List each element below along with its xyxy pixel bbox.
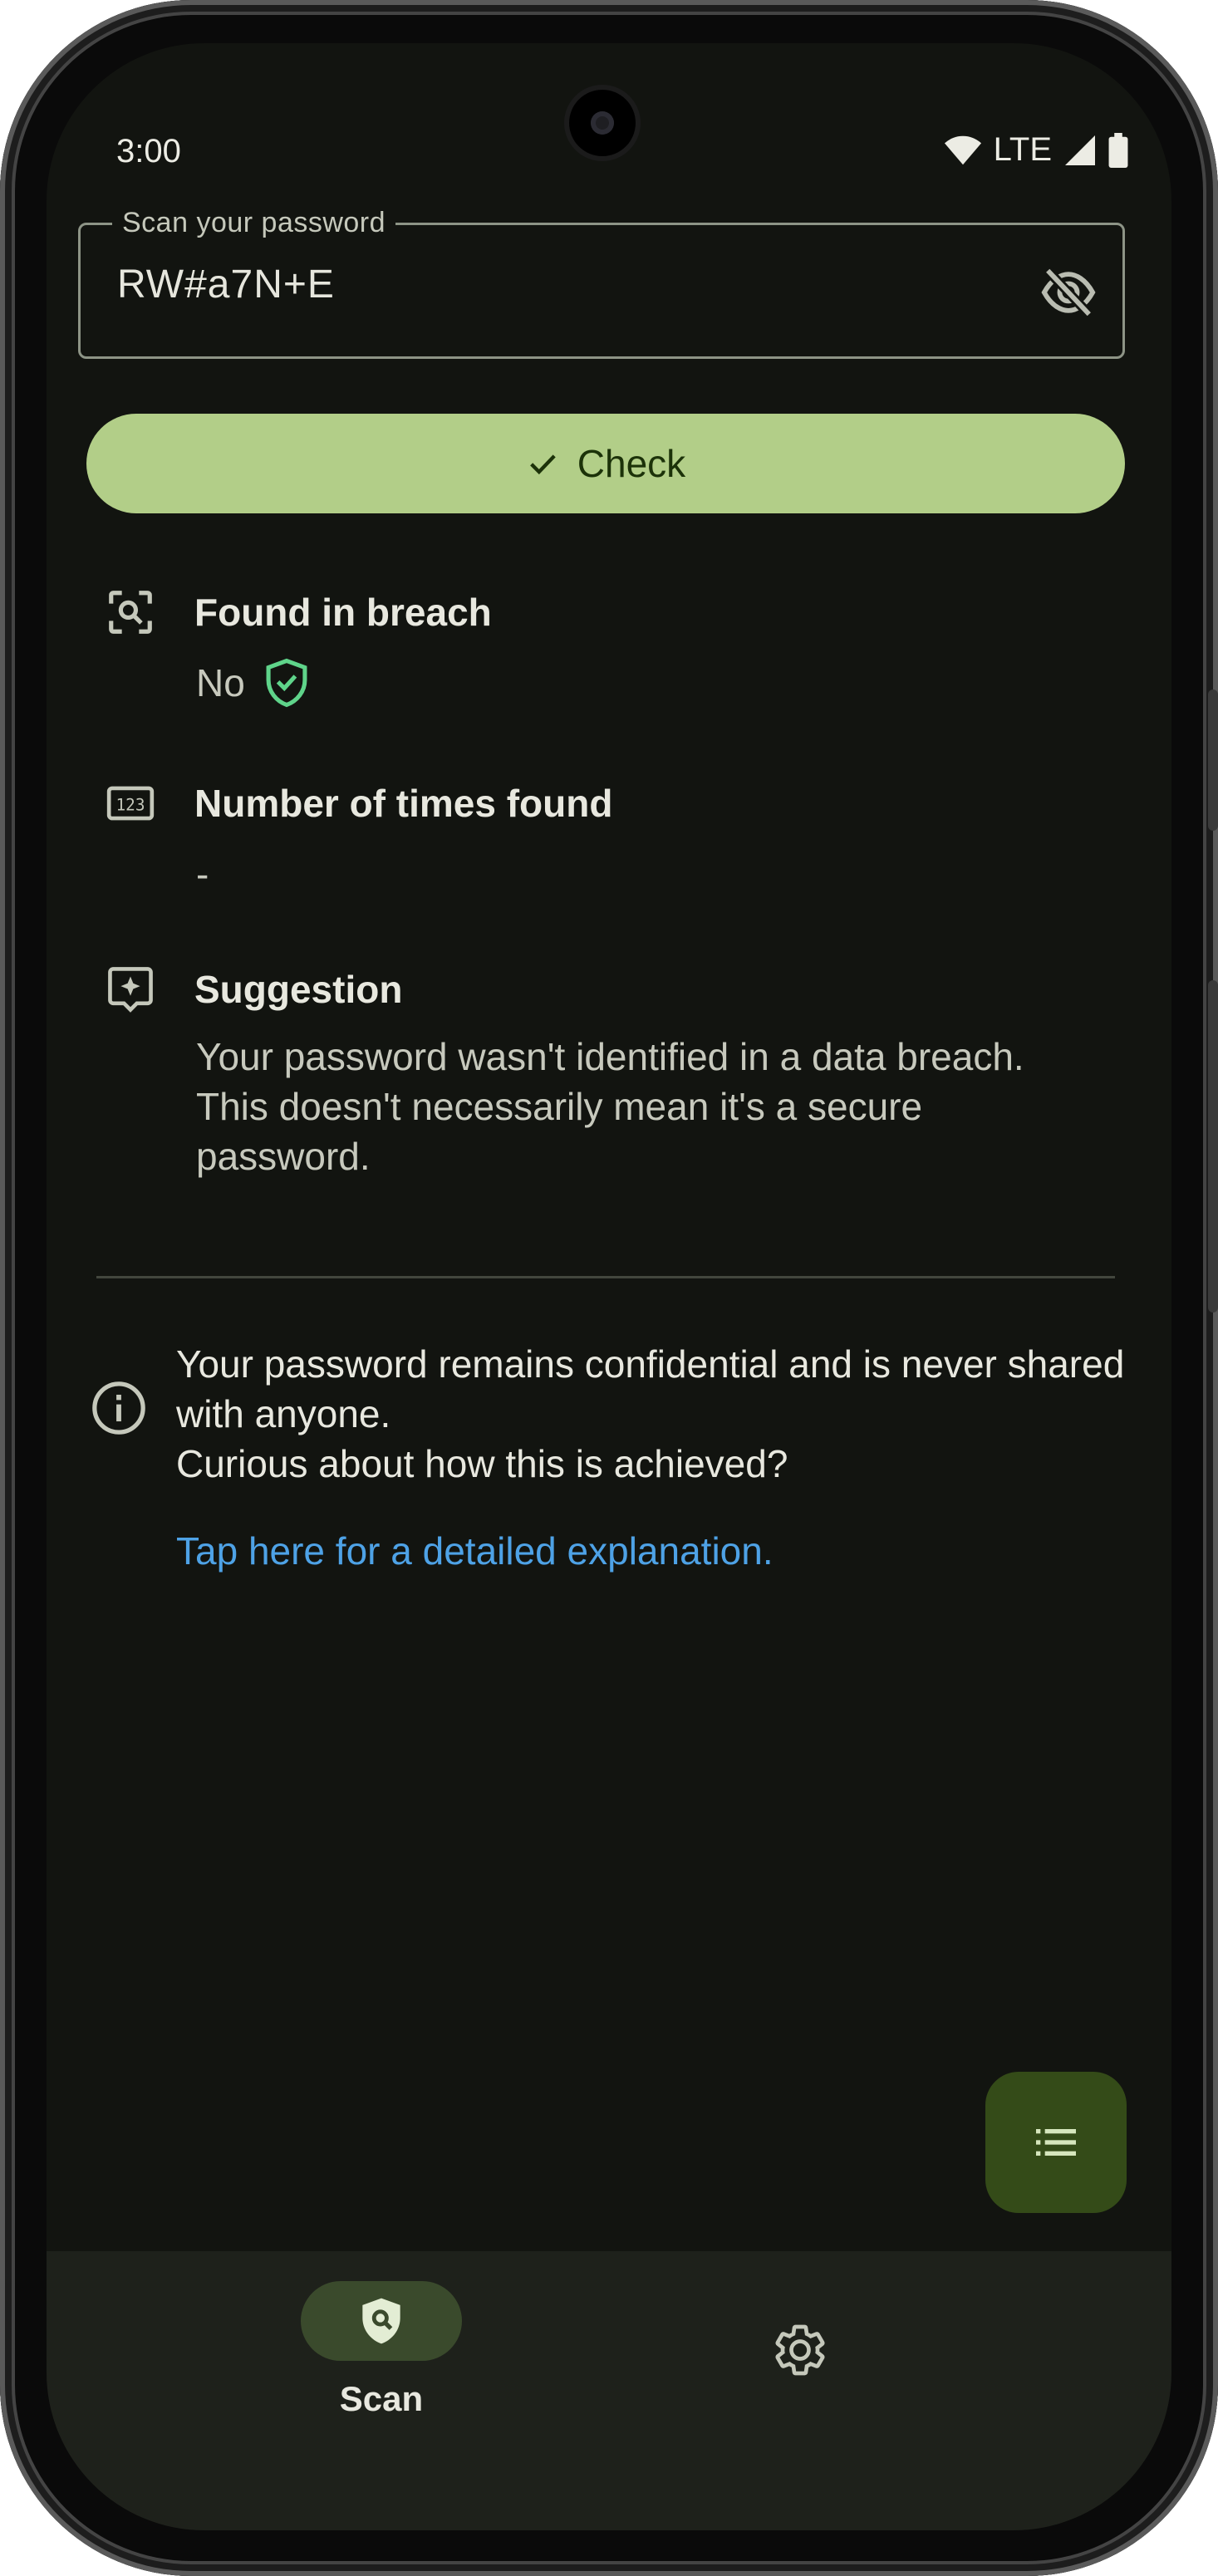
bottom-navigation: Scan — [47, 2251, 1171, 2530]
suggestion-title: Suggestion — [194, 968, 403, 1011]
info-line: Your password remains confidential and i… — [176, 1342, 1125, 1435]
nav-item-scan[interactable]: Scan — [296, 2281, 462, 2418]
explanation-link[interactable]: Tap here for a detailed explanation. — [176, 1528, 774, 1573]
breach-value: No — [196, 661, 245, 704]
numbers-123-icon: 123 — [106, 786, 155, 821]
check-button-label: Check — [577, 442, 686, 485]
breach-result: Found in breach No — [105, 586, 1102, 719]
section-divider — [96, 1276, 1115, 1278]
privacy-info-text: Your password remains confidential and i… — [176, 1339, 1132, 1489]
count-title: Number of times found — [194, 782, 613, 825]
signal-icon — [1065, 135, 1095, 165]
nav-scan-indicator — [301, 2281, 462, 2361]
info-line: Curious about how this is achieved? — [176, 1442, 788, 1485]
suggestion-line: This doesn't necessarily mean it's a sec… — [196, 1085, 923, 1178]
visibility-off-icon[interactable] — [1039, 263, 1098, 321]
suggestion-result: Suggestion Your password wasn't identifi… — [105, 964, 1102, 1229]
scan-search-icon — [109, 591, 152, 634]
breach-title: Found in breach — [194, 591, 492, 634]
phone-frame: 3:00 LTE Scan your password RW#a7N+E Che… — [0, 0, 1218, 2576]
network-type: LTE — [993, 131, 1052, 168]
password-input[interactable]: RW#a7N+E — [117, 262, 335, 307]
checkmark-icon — [529, 454, 556, 475]
password-field-label: Scan your password — [112, 207, 396, 239]
shield-check-icon — [266, 658, 307, 708]
history-fab[interactable] — [985, 2072, 1127, 2213]
svg-text:123: 123 — [116, 795, 145, 814]
breach-value-row: No — [196, 658, 1110, 708]
battery-icon — [1108, 132, 1128, 168]
gear-icon[interactable] — [771, 2321, 829, 2379]
wifi-icon — [944, 135, 981, 164]
side-button — [1208, 980, 1218, 1313]
side-button — [1208, 689, 1218, 831]
list-icon — [1036, 2129, 1076, 2156]
front-camera — [569, 90, 636, 156]
count-value: - — [196, 852, 209, 895]
suggestion-text: Your password wasn't identified in a dat… — [196, 1032, 1027, 1181]
sparkle-note-icon — [108, 967, 153, 1013]
password-field[interactable]: Scan your password RW#a7N+E — [78, 207, 1125, 359]
status-icons: LTE — [944, 131, 1128, 169]
info-icon — [92, 1381, 145, 1435]
check-button[interactable]: Check — [86, 414, 1125, 513]
app-screen: 3:00 LTE Scan your password RW#a7N+E Che… — [47, 43, 1171, 2530]
shield-search-icon — [362, 2298, 400, 2344]
status-time: 3:00 — [116, 133, 181, 169]
nav-scan-label: Scan — [339, 2379, 424, 2418]
suggestion-line: Your password wasn't identified in a dat… — [196, 1035, 1024, 1078]
count-result: 123 Number of times found - — [105, 778, 1102, 895]
